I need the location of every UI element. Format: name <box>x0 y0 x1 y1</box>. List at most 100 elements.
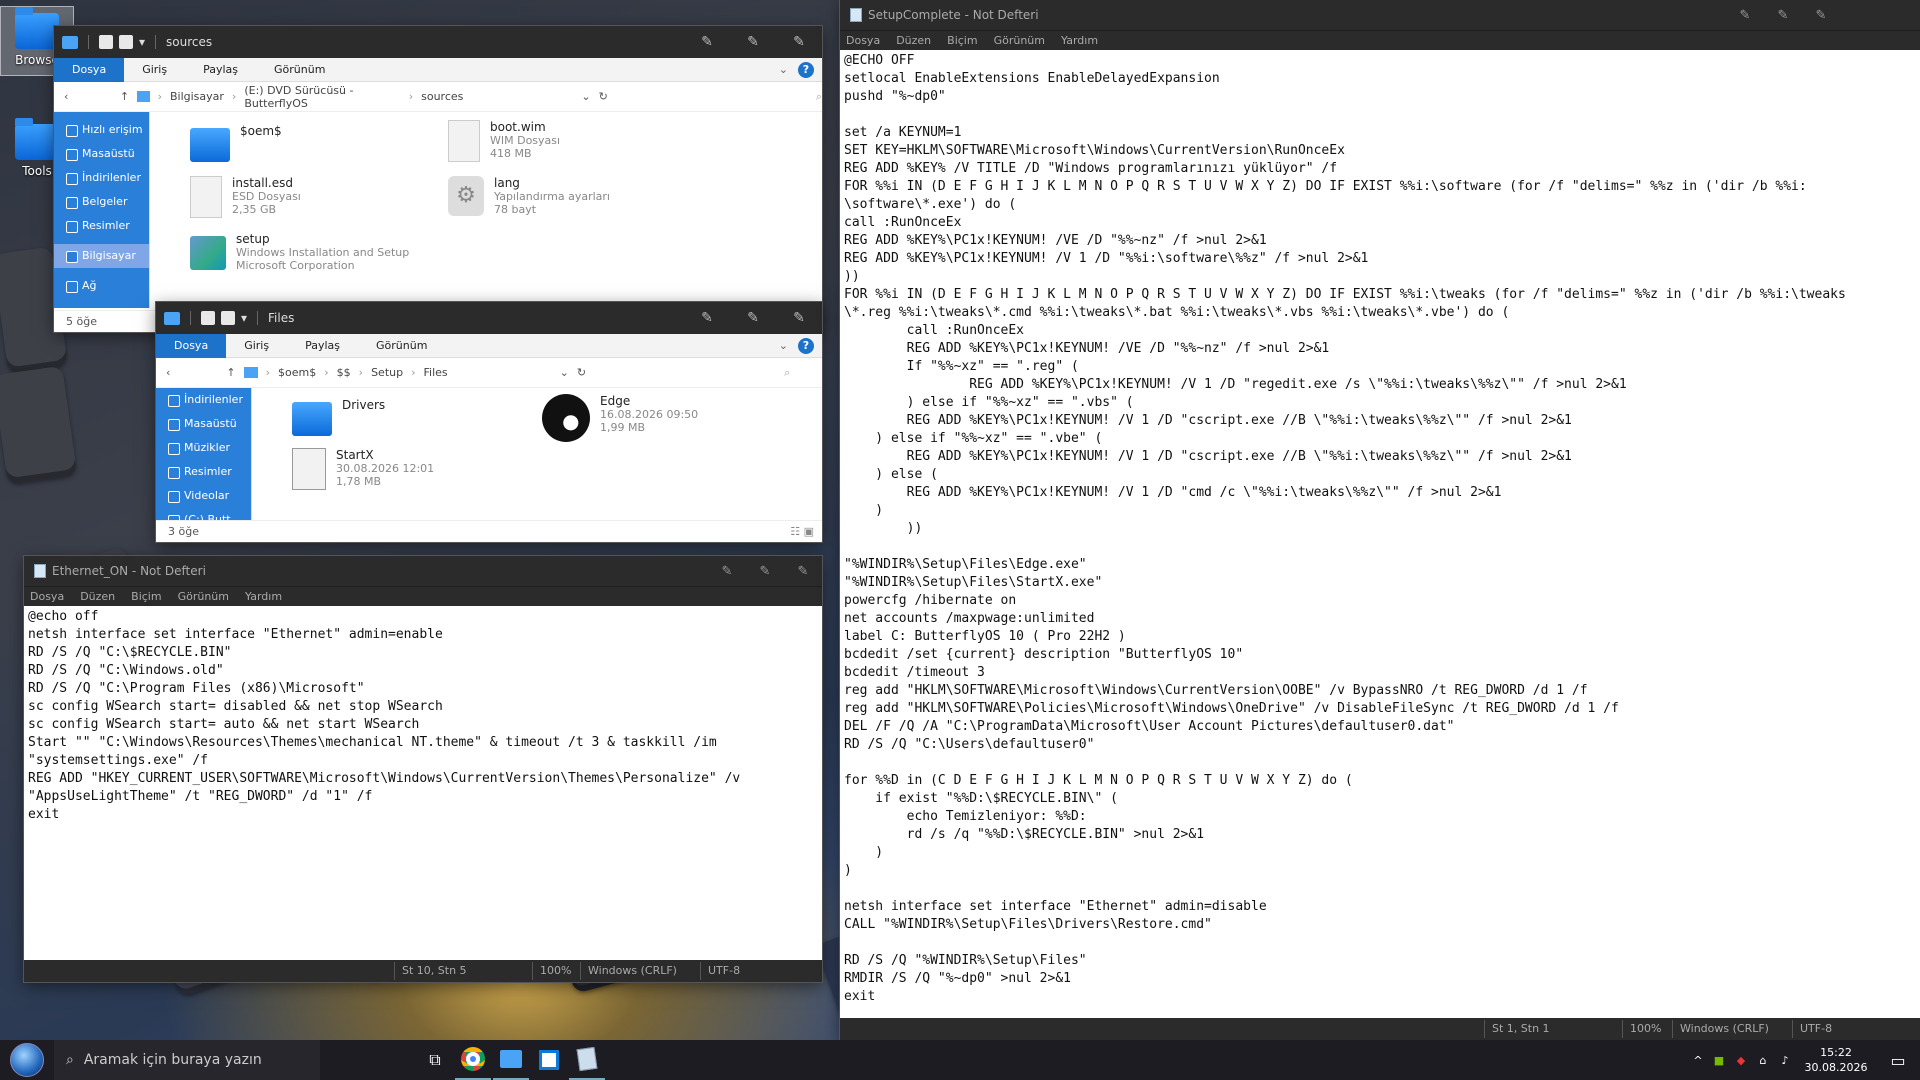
menu-help[interactable]: Yardım <box>1061 34 1098 47</box>
close-button[interactable]: ✎ <box>776 310 822 326</box>
nav-item[interactable]: Resimler <box>156 460 251 484</box>
address-bar[interactable]: ‹ ↑ › $oem$ › $$ › Setup › Files ⌄ ↻ ⌕ <box>156 358 822 388</box>
tab-file[interactable]: Dosya <box>54 57 125 82</box>
show-hidden-icons[interactable]: ^ <box>1688 1054 1708 1067</box>
nav-item[interactable]: Masaüstü <box>54 142 149 166</box>
close-button[interactable]: ✎ <box>776 34 822 50</box>
menu-view[interactable]: Görünüm <box>178 590 229 603</box>
minimize-button[interactable]: ✎ <box>1726 8 1764 23</box>
page-icon[interactable] <box>221 311 235 325</box>
menu-edit[interactable]: Düzen <box>80 590 115 603</box>
checkbox-icon[interactable] <box>99 35 113 49</box>
tab-view[interactable]: Görünüm <box>358 334 445 358</box>
refresh-icon[interactable]: ↻ <box>577 366 586 379</box>
notification-icon[interactable]: ▭ <box>1876 1051 1920 1070</box>
help-icon[interactable]: ? <box>798 61 814 78</box>
breadcrumb-item[interactable]: Bilgisayar <box>170 90 224 103</box>
menu-format[interactable]: Biçim <box>947 34 977 47</box>
task-view-icon[interactable]: ⧉ <box>417 1040 453 1080</box>
help-icon[interactable]: ? <box>798 337 814 354</box>
file-item[interactable]: boot.wim WIM Dosyası 418 MB <box>448 120 560 162</box>
chevron-down-icon[interactable]: ⌄ <box>779 339 788 352</box>
nav-item[interactable]: İndirilenler <box>54 166 149 190</box>
page-icon[interactable] <box>119 35 133 49</box>
dropdown-icon[interactable]: ▾ <box>241 311 247 325</box>
text-editor[interactable]: @echo off netsh interface set interface … <box>24 606 822 960</box>
volume-icon[interactable]: ♪ <box>1774 1054 1796 1067</box>
nav-item[interactable]: Hızlı erişim <box>54 118 149 142</box>
menu-file[interactable]: Dosya <box>846 34 880 47</box>
maximize-button[interactable]: ✎ <box>746 564 784 579</box>
menu-format[interactable]: Biçim <box>131 590 161 603</box>
network-icon[interactable]: ⌂ <box>1752 1054 1774 1067</box>
tab-home[interactable]: Giriş <box>124 58 185 82</box>
notepad-titlebar[interactable]: Ethernet_ON - Not Defteri ✎ ✎ ✎ <box>24 556 822 586</box>
chevron-down-icon[interactable]: ⌄ <box>560 366 569 379</box>
chevron-down-icon[interactable]: ⌄ <box>779 63 788 76</box>
tab-view[interactable]: Görünüm <box>256 58 343 82</box>
text-editor[interactable]: @ECHO OFF setlocal EnableExtensions Enab… <box>840 50 1920 1018</box>
tab-share[interactable]: Paylaş <box>287 334 358 358</box>
store-icon[interactable] <box>531 1040 567 1080</box>
start-button[interactable] <box>0 1040 54 1080</box>
maximize-button[interactable]: ✎ <box>730 310 776 326</box>
nav-item[interactable]: Videolar <box>156 484 251 508</box>
file-explorer-icon[interactable] <box>493 1040 529 1080</box>
menu-edit[interactable]: Düzen <box>896 34 931 47</box>
menu-view[interactable]: Görünüm <box>994 34 1045 47</box>
nav-item[interactable]: Belgeler <box>54 190 149 214</box>
explorer-titlebar[interactable]: ▾ Files ✎ ✎ ✎ <box>156 302 822 334</box>
minimize-button[interactable]: ✎ <box>684 34 730 50</box>
nav-item[interactable]: Müzikler <box>156 436 251 460</box>
checkbox-icon[interactable] <box>201 311 215 325</box>
up-arrow-icon[interactable]: ↑ <box>120 90 129 103</box>
maximize-button[interactable]: ✎ <box>1764 8 1802 23</box>
amd-icon[interactable]: ◆ <box>1730 1054 1752 1067</box>
menu-help[interactable]: Yardım <box>245 590 282 603</box>
notepad-titlebar[interactable]: SetupComplete - Not Defteri ✎ ✎ ✎ <box>840 0 1920 30</box>
refresh-icon[interactable]: ↻ <box>599 90 608 103</box>
chevron-down-icon[interactable]: ⌄ <box>581 90 590 103</box>
file-item[interactable]: ⚙ lang Yapılandırma ayarları 78 bayt <box>448 176 610 216</box>
nav-item[interactable]: Resimler <box>54 214 149 238</box>
breadcrumb-item[interactable]: sources <box>421 90 463 103</box>
minimize-button[interactable]: ✎ <box>684 310 730 326</box>
dropdown-icon[interactable]: ▾ <box>139 35 145 49</box>
close-button[interactable]: ✎ <box>784 564 822 579</box>
back-icon[interactable]: ‹ <box>64 90 68 103</box>
breadcrumb-item[interactable]: Files <box>424 366 448 379</box>
breadcrumb-item[interactable]: Setup <box>371 366 403 379</box>
clock[interactable]: 15:22 30.08.2026 <box>1796 1045 1876 1075</box>
breadcrumb-item[interactable]: (E:) DVD Sürücüsü - ButterflyOS <box>244 84 400 110</box>
nav-item[interactable]: Ağ <box>54 274 149 298</box>
nav-item[interactable]: Bilgisayar <box>54 244 149 268</box>
file-item[interactable]: install.esd ESD Dosyası 2,35 GB <box>190 176 301 218</box>
nvidia-icon[interactable]: ■ <box>1708 1054 1730 1067</box>
up-arrow-icon[interactable]: ↑ <box>226 366 235 379</box>
search-icon[interactable]: ⌕ <box>784 366 790 380</box>
file-item[interactable]: Drivers <box>292 398 385 436</box>
taskbar-search[interactable]: ⌕ Aramak için buraya yazın <box>54 1040 320 1080</box>
breadcrumb-item[interactable]: $oem$ <box>278 366 316 379</box>
breadcrumb-item[interactable]: $$ <box>337 366 351 379</box>
back-icon[interactable]: ‹ <box>166 366 170 379</box>
tab-file[interactable]: Dosya <box>156 333 227 358</box>
tab-home[interactable]: Giriş <box>226 334 287 358</box>
view-toggle-icon[interactable]: ☷ ▣ <box>790 521 814 543</box>
notepad-icon[interactable] <box>569 1040 605 1080</box>
nav-item[interactable]: Masaüstü <box>156 412 251 436</box>
file-item[interactable]: setup Windows Installation and Setup Micro… <box>190 232 409 272</box>
file-item[interactable]: $oem$ <box>190 124 282 162</box>
maximize-button[interactable]: ✎ <box>730 34 776 50</box>
nav-item[interactable]: İndirilenler <box>156 388 251 412</box>
address-bar[interactable]: ‹ ↑ › Bilgisayar › (E:) DVD Sürücüsü - B… <box>54 82 822 112</box>
search-icon[interactable]: ⌕ <box>816 90 822 104</box>
file-item[interactable]: StartX 30.08.2026 12:01 1,78 MB <box>292 448 434 490</box>
chrome-icon[interactable] <box>455 1040 491 1080</box>
explorer-titlebar[interactable]: ▾ sources ✎ ✎ ✎ <box>54 26 822 58</box>
minimize-button[interactable]: ✎ <box>708 564 746 579</box>
file-item[interactable]: Edge 16.08.2026 09:50 1,99 MB <box>542 394 698 442</box>
close-button[interactable]: ✎ <box>1802 8 1840 23</box>
tab-share[interactable]: Paylaş <box>185 58 256 82</box>
menu-file[interactable]: Dosya <box>30 590 64 603</box>
